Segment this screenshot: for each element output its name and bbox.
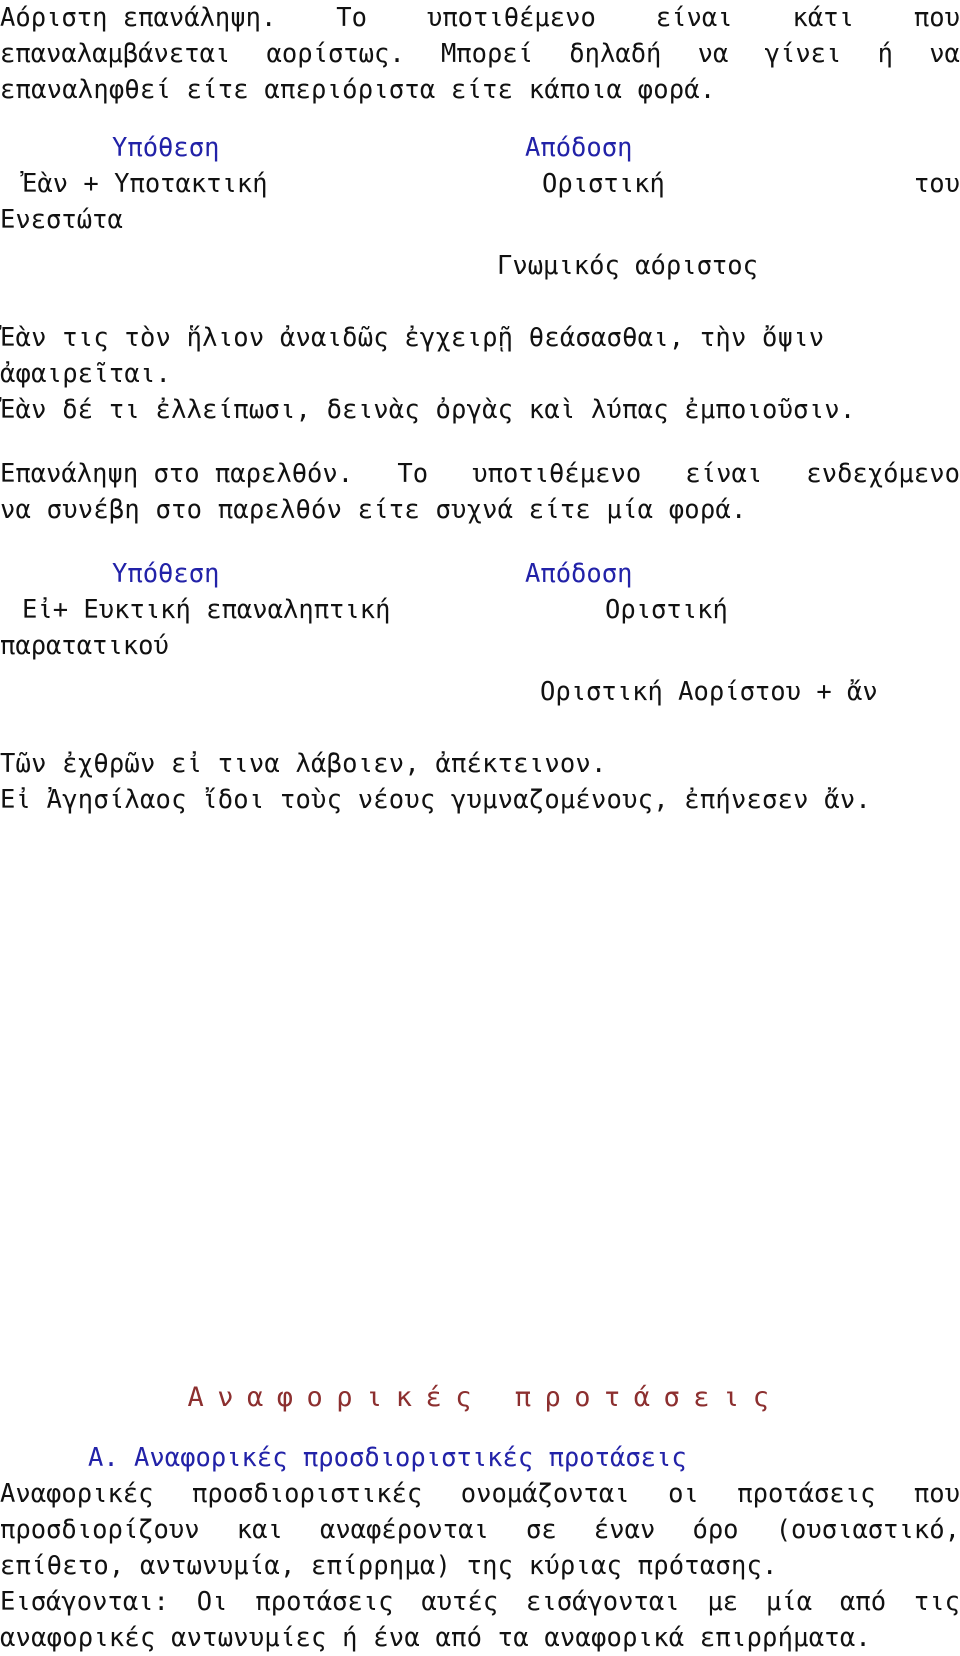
schema-right-trailing: του bbox=[913, 169, 960, 199]
example-indefinite-3: Ἐὰν δέ τι ἐλλείπωσι, δεινὰς ὀργὰς καὶ λύ… bbox=[0, 395, 856, 425]
example-indefinite-2: ἀφαιρεῖται. bbox=[0, 359, 172, 389]
section-past-repetition: Επανάληψη στο παρελθόν. Το υποτιθέμενο ε… bbox=[0, 456, 960, 818]
schema-header-row-2: Υπόθεση Απόδοση bbox=[0, 556, 960, 592]
past-repetition-line2: να συνέβη στο παρελθόν είτε συχνά είτε μ… bbox=[0, 495, 747, 525]
relative-determinative-subtitle: Α. Αναφορικές προσδιοριστικές προτάσεις bbox=[88, 1443, 687, 1473]
schema-right-line1-2: Οριστική bbox=[605, 595, 728, 625]
schema-header-apodosis-2: Απόδοση bbox=[525, 559, 633, 589]
relative-intro-label: Εισάγονται: bbox=[0, 1587, 169, 1617]
schema-right-line1: Οριστική bbox=[542, 169, 665, 199]
schema-body-row: Ἐὰν + Υποτακτική Ενεστώτα Οριστική του bbox=[0, 166, 960, 238]
document-page: Αόριστη επανάληψη. Το υποτιθέμενο είναι … bbox=[0, 0, 960, 1653]
indefinite-repetition-desc-w4: κάτι bbox=[792, 3, 854, 33]
example-past-1: Τῶν ἐχθρῶν εἰ τινα λάβοιεν, ἀπέκτεινον. bbox=[0, 749, 607, 779]
indefinite-repetition-line1: Αόριστη επανάληψη. Το υποτιθέμενο είναι … bbox=[0, 0, 960, 36]
past-repetition-label: Επανάληψη στο παρελθόν. bbox=[0, 459, 354, 489]
schema-header-hypothesis: Υπόθεση bbox=[112, 133, 220, 163]
schema-left-line1: Ἐὰν + Υποτακτική bbox=[22, 169, 268, 199]
blank-region bbox=[0, 818, 960, 1378]
schema-header-apodosis: Απόδοση bbox=[525, 133, 633, 163]
section-indefinite-repetition: Αόριστη επανάληψη. Το υποτιθέμενο είναι … bbox=[0, 0, 960, 428]
schema-left-line2: Ενεστώτα bbox=[0, 205, 123, 235]
example-past-2: Εἰ Ἀγησίλαος ἴδοι τοὺς νέους γυμναζομένο… bbox=[0, 785, 871, 815]
schema-body-row-2: Εἰ+ Ευκτική επαναληπτική παρατατικού Ορι… bbox=[0, 592, 960, 664]
schema-header-row: Υπόθεση Απόδοση bbox=[0, 130, 960, 166]
schema-left-line2-2: παρατατικού bbox=[0, 631, 169, 661]
indefinite-repetition-label: Αόριστη επανάληψη. bbox=[0, 3, 277, 33]
schema-table-indefinite: Υπόθεση Απόδοση Ἐὰν + Υποτακτική Ενεστώτ… bbox=[0, 130, 960, 238]
example-indefinite-1: Ἐὰν τις τὸν ἥλιον ἀναιδῶς ἐγχειρῇ θεάσασ… bbox=[0, 323, 825, 353]
relative-body-line3: επίθετο, αντωνυμία, επίρρημα) της κύριας… bbox=[0, 1551, 778, 1581]
past-repetition-line1: Επανάληψη στο παρελθόν. Το υποτιθέμενο ε… bbox=[0, 456, 960, 492]
schema-left-line1-2: Εἰ+ Ευκτική επαναληπτική bbox=[22, 595, 391, 625]
relative-clauses-title: Αναφορικές προτάσεις bbox=[187, 1382, 783, 1413]
indefinite-repetition-line3: επαναληφθεί είτε απεριόριστα είτε κάποια… bbox=[0, 75, 716, 105]
relative-body-line1: Αναφορικές προσδιοριστικές ονομάζονται ο… bbox=[0, 1479, 960, 1509]
indefinite-repetition-desc-w2: υποτιθέμενο bbox=[426, 3, 596, 33]
indefinite-repetition-desc-w3: είναι bbox=[655, 3, 733, 33]
schema-gnomic-aorist: Γνωμικός αόριστος bbox=[497, 251, 758, 281]
indefinite-repetition-desc-w5: που bbox=[913, 3, 960, 33]
schema-header-hypothesis-2: Υπόθεση bbox=[112, 559, 220, 589]
relative-intro-line2: αναφορικές αντωνυμίες ή ένα από τα αναφο… bbox=[0, 1623, 871, 1653]
schema-table-past: Υπόθεση Απόδοση Εἰ+ Ευκτική επαναληπτική… bbox=[0, 556, 960, 664]
schema-right-line2-2: Οριστική Αορίστου + ἄν bbox=[540, 677, 878, 707]
relative-body-line2: προσδιορίζουν και αναφέρονται σε έναν όρ… bbox=[0, 1515, 960, 1545]
relative-intro-line1: Εισάγονται: Οι προτάσεις αυτές εισάγοντα… bbox=[0, 1584, 960, 1620]
section-relative-clauses: Αναφορικές προτάσεις Α. Αναφορικές προσδ… bbox=[0, 1378, 960, 1656]
indefinite-repetition-desc-w1: Το bbox=[336, 3, 368, 33]
indefinite-repetition-line2: επαναλαμβάνεται αορίστως. Μπορεί δηλαδή … bbox=[0, 39, 960, 69]
